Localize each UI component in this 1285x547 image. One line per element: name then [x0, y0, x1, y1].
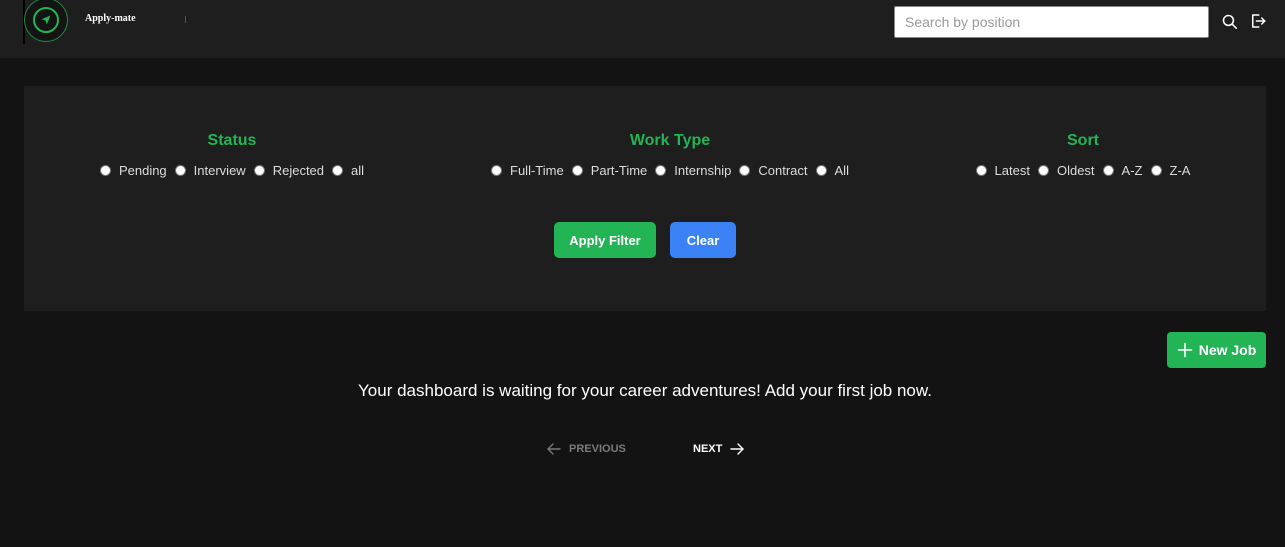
radio-button[interactable]: [571, 165, 583, 176]
sort-filter-title: Sort: [1067, 132, 1099, 149]
work-type-filter-group: Work Type Full-Time Part-Time Internship…: [480, 132, 860, 178]
work-type-option-all[interactable]: All: [815, 163, 849, 178]
sort-option-latest[interactable]: Latest: [975, 163, 1030, 178]
radio-button[interactable]: [174, 165, 186, 176]
radio-button[interactable]: [1102, 165, 1114, 176]
filter-panel: Status Pending Interview Rejected all Wo…: [24, 86, 1266, 311]
radio-button[interactable]: [99, 165, 111, 176]
search-icon[interactable]: [1219, 11, 1239, 31]
navigation-arrow-icon: [33, 7, 59, 33]
previous-page-button[interactable]: PREVIOUS: [547, 443, 626, 455]
logout-icon[interactable]: [1248, 11, 1268, 31]
app-logo[interactable]: [24, 0, 68, 42]
next-label: NEXT: [693, 443, 723, 455]
next-page-button[interactable]: NEXT: [693, 443, 745, 455]
status-option-pending[interactable]: Pending: [99, 163, 167, 178]
radio-button[interactable]: [655, 165, 667, 176]
radio-button[interactable]: [332, 165, 344, 176]
search-input[interactable]: [894, 6, 1209, 38]
work-type-option-internship[interactable]: Internship: [655, 163, 731, 178]
plus-icon: [1177, 342, 1193, 358]
radio-button[interactable]: [815, 165, 827, 176]
empty-state-message: Your dashboard is waiting for your caree…: [358, 381, 932, 400]
radio-button[interactable]: [1037, 165, 1049, 176]
apply-filter-button[interactable]: Apply Filter: [554, 222, 656, 258]
radio-button[interactable]: [739, 165, 751, 176]
work-type-option-full-time[interactable]: Full-Time: [491, 163, 564, 178]
clear-filter-button[interactable]: Clear: [670, 222, 736, 258]
sort-filter-group: Sort Latest Oldest A-Z Z-A: [968, 132, 1198, 178]
sort-option-a-z[interactable]: A-Z: [1102, 163, 1143, 178]
radio-button[interactable]: [1150, 165, 1162, 176]
status-option-interview[interactable]: Interview: [174, 163, 246, 178]
status-option-all[interactable]: all: [332, 163, 364, 178]
new-job-label: New Job: [1198, 342, 1257, 358]
previous-label: PREVIOUS: [569, 443, 626, 455]
sort-option-oldest[interactable]: Oldest: [1037, 163, 1095, 178]
work-type-filter-title: Work Type: [629, 132, 711, 149]
brand-name: Apply-mate: [85, 13, 136, 24]
arrow-right-icon: [730, 443, 745, 455]
status-filter-group: Status Pending Interview Rejected all: [92, 132, 372, 178]
status-filter-title: Status: [207, 132, 257, 149]
radio-button[interactable]: [253, 165, 265, 176]
radio-button[interactable]: [975, 165, 987, 176]
arrow-left-icon: [547, 443, 561, 455]
radio-button[interactable]: [491, 165, 503, 176]
status-option-rejected[interactable]: Rejected: [253, 163, 324, 178]
work-type-option-contract[interactable]: Contract: [739, 163, 808, 178]
brand-separator: [185, 16, 186, 23]
top-navbar: Apply-mate: [0, 0, 1285, 58]
sort-option-z-a[interactable]: Z-A: [1150, 163, 1190, 178]
work-type-option-part-time[interactable]: Part-Time: [571, 163, 647, 178]
new-job-button[interactable]: New Job: [1167, 332, 1266, 368]
